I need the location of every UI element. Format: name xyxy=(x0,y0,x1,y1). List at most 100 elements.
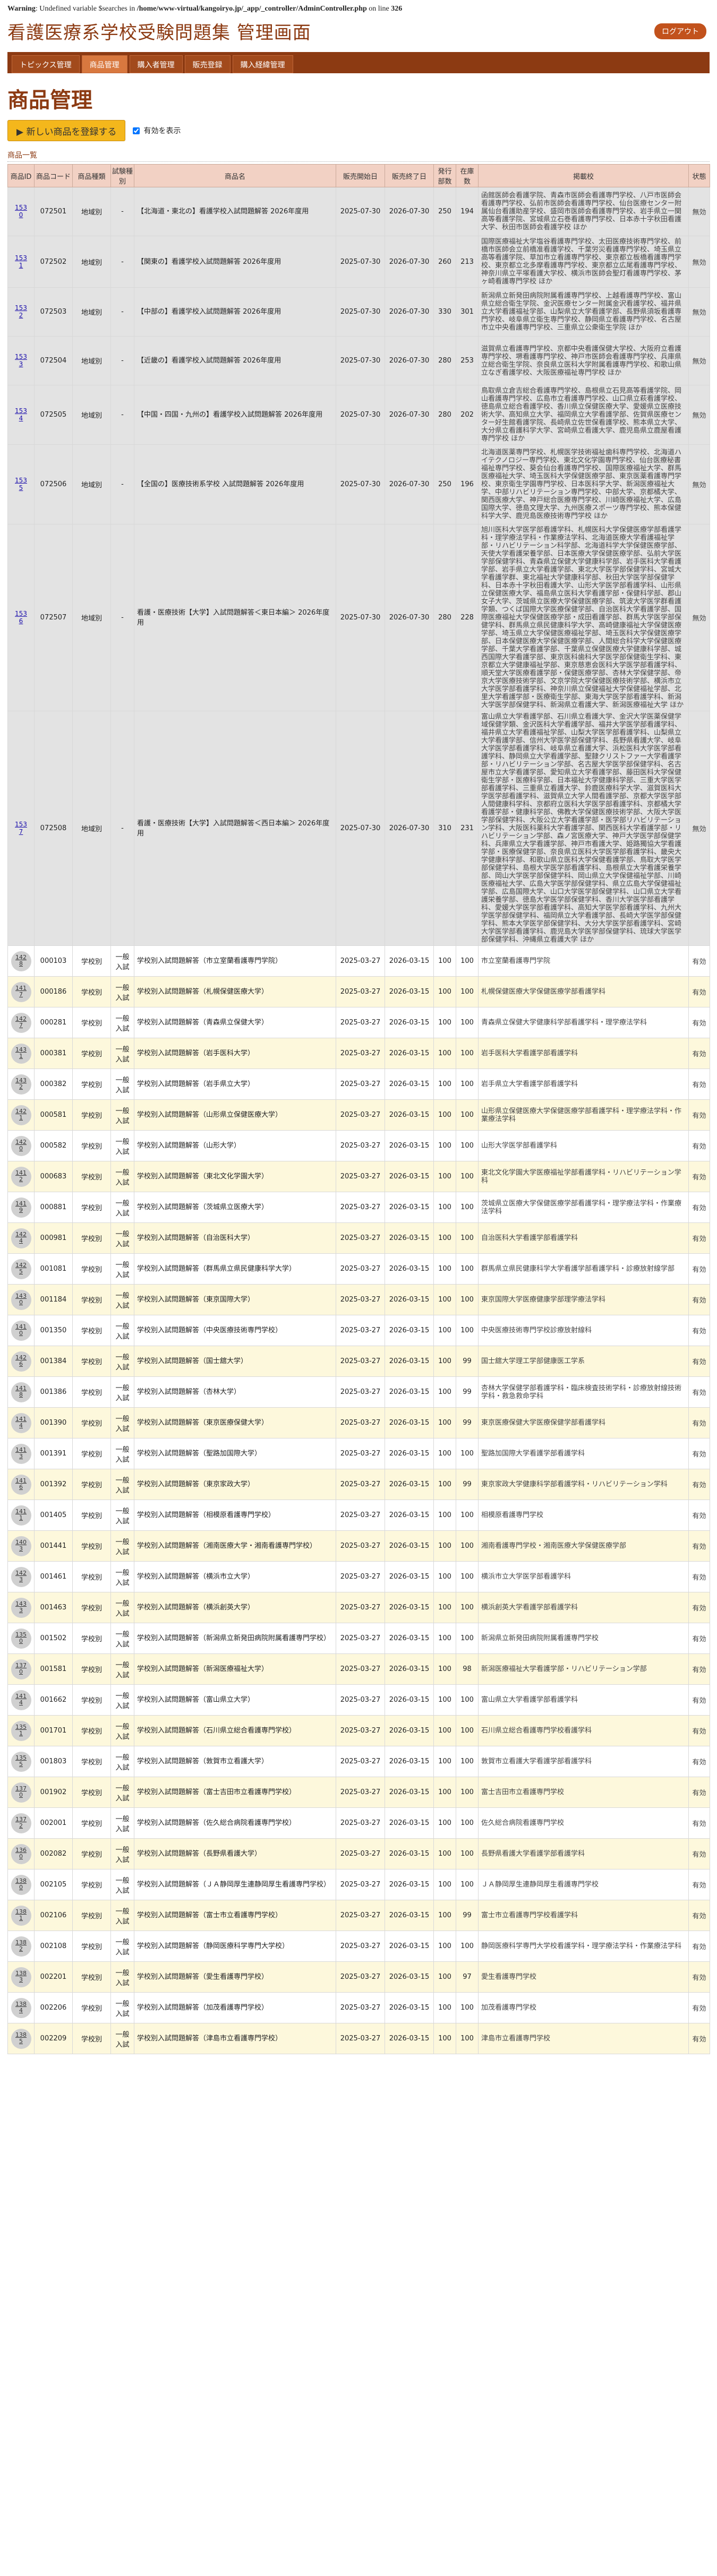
product-id-link[interactable]: 142 4 xyxy=(15,1231,27,1244)
stock-count: 100 xyxy=(456,1869,479,1900)
sale-end: 2026-03-15 xyxy=(385,1376,434,1408)
product-id-link[interactable]: 137 0 xyxy=(15,1785,27,1798)
nav-tab[interactable]: 販売登録 xyxy=(184,55,231,73)
product-id-link[interactable]: 140 3 xyxy=(15,1539,27,1552)
product-id-cell: 153 3 xyxy=(7,336,35,385)
product-name: 看護・医療技術【大学】入試問題解答＜東日本編＞ 2026年度用 xyxy=(134,524,336,711)
listed-schools: 石川県立総合看護専門学校看護学科 xyxy=(478,1715,689,1746)
product-id-badge: 141 8 xyxy=(11,1382,31,1402)
product-id-link[interactable]: 138 1 xyxy=(15,1908,27,1922)
product-id-link[interactable]: 142 7 xyxy=(15,1015,27,1029)
product-id-link[interactable]: 137 0 xyxy=(15,1662,27,1675)
column-header: 販売終了日 xyxy=(385,164,434,187)
product-id-link[interactable]: 153 6 xyxy=(15,610,27,625)
product-id-link[interactable]: 136 0 xyxy=(15,1847,27,1860)
issued-count: 100 xyxy=(433,1407,456,1438)
product-id-link[interactable]: 153 3 xyxy=(15,353,27,368)
product-id-link[interactable]: 143 2 xyxy=(15,1077,27,1090)
product-id-link[interactable]: 153 4 xyxy=(15,407,27,422)
product-id-badge: 142 7 xyxy=(11,1012,31,1033)
product-id-link[interactable]: 142 0 xyxy=(15,1139,27,1152)
stock-count: 196 xyxy=(456,444,479,524)
product-id-link[interactable]: 153 2 xyxy=(15,304,27,319)
product-id-link[interactable]: 141 2 xyxy=(15,1169,27,1183)
nav-tab[interactable]: 商品管理 xyxy=(81,55,127,73)
show-valid-checkbox[interactable] xyxy=(133,127,140,134)
product-id-link[interactable]: 138 0 xyxy=(15,1877,27,1891)
product-id-link[interactable]: 141 1 xyxy=(15,1508,27,1521)
product-id-link[interactable]: 135 1 xyxy=(15,1724,27,1737)
product-id-cell: 137 0 xyxy=(7,1777,35,1808)
sale-end: 2026-03-15 xyxy=(385,1869,434,1900)
product-id-cell: 143 3 xyxy=(7,1592,35,1623)
product-code: 001581 xyxy=(34,1653,73,1685)
product-id-link[interactable]: 143 0 xyxy=(15,1293,27,1306)
product-id-link[interactable]: 153 7 xyxy=(15,821,27,835)
product-id-link[interactable]: 138 2 xyxy=(15,1939,27,1952)
issued-count: 100 xyxy=(433,1438,456,1469)
product-id-link[interactable]: 142 6 xyxy=(15,1354,27,1367)
product-id-link[interactable]: 138 5 xyxy=(15,2031,27,2045)
product-code: 001390 xyxy=(34,1407,73,1438)
product-id-link[interactable]: 142 3 xyxy=(15,1570,27,1583)
product-id-link[interactable]: 153 5 xyxy=(15,477,27,492)
product-id-link[interactable]: 141 3 xyxy=(15,1446,27,1460)
product-id-link[interactable]: 141 8 xyxy=(15,1385,27,1398)
listed-schools: 加茂看護専門学校 xyxy=(478,1992,689,2023)
table-row: 137 2 002001 学校別 一般入試 学校別入試問題解答（佐久総合病院看護専門学校… xyxy=(7,1807,710,1839)
product-id-link[interactable]: 138 3 xyxy=(15,1970,27,1983)
product-id-link[interactable]: 153 0 xyxy=(15,204,27,219)
issued-count: 280 xyxy=(433,336,456,385)
exam-type: - xyxy=(110,711,134,946)
product-id-link[interactable]: 142 8 xyxy=(15,954,27,967)
product-name: 学校別入試問題解答（石川県立総合看護専門学校） xyxy=(134,1715,336,1746)
product-id-cell: 153 0 xyxy=(7,187,35,236)
stock-count: 100 xyxy=(456,1222,479,1254)
status: 有効 xyxy=(688,1961,710,1993)
product-id-link[interactable]: 135 5 xyxy=(15,1754,27,1768)
product-id-link[interactable]: 141 9 xyxy=(15,1200,27,1213)
product-id-badge: 143 3 xyxy=(11,1597,31,1618)
sale-start: 2025-07-30 xyxy=(336,385,385,445)
product-id-link[interactable]: 141 7 xyxy=(15,985,27,998)
product-id-link[interactable]: 143 1 xyxy=(15,1046,27,1059)
product-id-link[interactable]: 137 2 xyxy=(15,1816,27,1829)
product-id-link[interactable]: 143 3 xyxy=(15,1600,27,1614)
product-id-link[interactable]: 141 0 xyxy=(15,1323,27,1337)
nav-tab[interactable]: トピックス管理 xyxy=(12,55,80,73)
product-id-link[interactable]: 141 6 xyxy=(15,1477,27,1491)
stock-count: 100 xyxy=(456,1284,479,1315)
product-id-link[interactable]: 153 1 xyxy=(15,254,27,269)
sale-end: 2026-03-15 xyxy=(385,1069,434,1100)
product-id-link[interactable]: 138 4 xyxy=(15,2001,27,2014)
product-id-link[interactable]: 135 0 xyxy=(15,1631,27,1644)
product-id-link[interactable]: 141 4 xyxy=(15,1693,27,1706)
issued-count: 100 xyxy=(433,1284,456,1315)
product-id-cell: 143 0 xyxy=(7,1284,35,1315)
stock-count: 228 xyxy=(456,524,479,711)
sale-end: 2026-03-15 xyxy=(385,1653,434,1685)
nav-tab[interactable]: 購入者管理 xyxy=(129,55,183,73)
add-product-button[interactable]: ▶ 新しい商品を登録する xyxy=(7,120,126,141)
product-code: 000582 xyxy=(34,1130,73,1161)
product-id-link[interactable]: 142 1 xyxy=(15,1108,27,1121)
listed-schools: 新潟県立新発田病院附属看護専門学校 xyxy=(478,1623,689,1654)
nav-tab[interactable]: 購入経緯管理 xyxy=(232,55,293,73)
product-id-badge: 135 5 xyxy=(11,1751,31,1772)
exam-type: - xyxy=(110,444,134,524)
stock-count: 100 xyxy=(456,1315,479,1346)
issued-count: 100 xyxy=(433,976,456,1007)
product-kind: 学校別 xyxy=(72,1376,111,1408)
product-id-link[interactable]: 141 4 xyxy=(15,1416,27,1429)
show-valid-toggle[interactable]: 有効を表示 xyxy=(131,125,181,136)
table-row: 138 3 002201 学校別 一般入試 学校別入試問題解答（愛生看護専門学校） 202… xyxy=(7,1961,710,1993)
logout-button[interactable]: ログアウト xyxy=(654,23,706,39)
exam-type: 一般入試 xyxy=(110,1253,134,1285)
product-id-link[interactable]: 142 5 xyxy=(15,1262,27,1275)
listed-schools: 横浜創英大学看護学部看護学科 xyxy=(478,1592,689,1623)
stock-count: 202 xyxy=(456,385,479,445)
product-kind: 地域別 xyxy=(72,287,111,337)
status: 有効 xyxy=(688,1469,710,1500)
listed-schools: 国士舘大学理工学部健康医工学系 xyxy=(478,1346,689,1377)
product-code: 001463 xyxy=(34,1592,73,1623)
